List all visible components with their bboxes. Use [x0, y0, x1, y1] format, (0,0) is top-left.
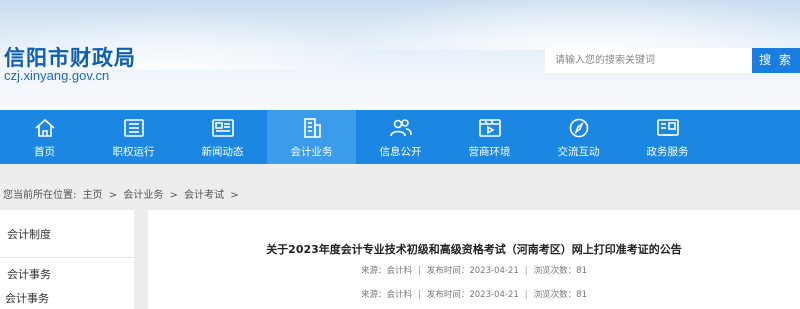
- nav-item-services[interactable]: 政务服务: [623, 110, 712, 164]
- site-domain: czj.xinyang.gov.cn: [4, 68, 110, 83]
- article-meta: 来源：会计科 | 发布时间：2023-04-21 | 浏览次数：81: [148, 288, 800, 300]
- sidebar-item-accounting-affairs-overflow[interactable]: 会计事务: [5, 290, 49, 306]
- breadcrumb-separator: >: [230, 190, 239, 201]
- nav-item-home[interactable]: 首页: [0, 110, 89, 164]
- users-icon: [389, 119, 412, 137]
- nav-label: 信息公开: [379, 146, 422, 158]
- id-card-icon: [656, 119, 679, 136]
- nav-label: 营商环境: [468, 146, 511, 158]
- nav-label: 会计业务: [290, 146, 333, 158]
- breadcrumb-item-accounting[interactable]: 会计业务: [123, 190, 163, 201]
- main-nav: 首页 职权运行 新闻动态 会计业务 信息公开 营商环境 交流互动 政务服务: [0, 110, 800, 164]
- breadcrumb-prefix: 您当前所在位置:: [3, 190, 77, 201]
- sidebar-item-accounting-system[interactable]: 会计制度: [7, 226, 51, 242]
- article-title: 关于2023年度会计专业技术初级和高级资格考试（河南考区）网上打印准考证的公告: [266, 243, 682, 256]
- nav-label: 职权运行: [112, 146, 155, 158]
- meta-source: 来源：会计科: [361, 290, 413, 300]
- article-panel: 关于2023年度会计专业技术初级和高级资格考试（河南考区）网上打印准考证的公告 …: [148, 210, 800, 309]
- nav-label: 交流互动: [557, 146, 600, 158]
- building-icon: [303, 118, 321, 138]
- meta-separator: |: [418, 266, 421, 276]
- meta-source: 来源：会计科: [361, 266, 413, 276]
- nav-item-info[interactable]: 信息公开: [356, 110, 445, 164]
- compass-icon: [569, 118, 588, 138]
- nav-item-news[interactable]: 新闻动态: [178, 110, 267, 164]
- breadcrumb-separator: >: [169, 190, 178, 201]
- search-input[interactable]: 请输入您的搜索关键词: [545, 48, 752, 73]
- breadcrumb: 您当前所在位置: 主页 > 会计业务 > 会计考试 >: [3, 186, 242, 201]
- breadcrumb-separator: >: [108, 190, 118, 201]
- nav-label: 新闻动态: [201, 146, 244, 158]
- newspaper-icon: [211, 119, 234, 137]
- meta-separator: |: [524, 290, 528, 300]
- meta-views: 浏览次数：81: [533, 290, 587, 300]
- nav-item-powers[interactable]: 职权运行: [89, 110, 178, 164]
- nav-label: 首页: [34, 146, 55, 158]
- meta-views: 浏览次数：81: [533, 266, 587, 276]
- site-header: 信阳市财政局 czj.xinyang.gov.cn 请输入您的搜索关键词 搜 索: [0, 0, 800, 110]
- meta-date: 发布时间：2023-04-21: [426, 290, 519, 300]
- nav-item-accounting[interactable]: 会计业务: [267, 110, 356, 164]
- meta-separator: |: [418, 290, 421, 300]
- nav-label: 政务服务: [646, 146, 689, 158]
- book-icon: [123, 119, 144, 137]
- breadcrumb-item-exam[interactable]: 会计考试: [184, 190, 224, 201]
- sidebar-divider: [0, 257, 134, 258]
- home-icon: [34, 118, 55, 137]
- meta-date: 发布时间：2023-04-21: [426, 266, 519, 276]
- nav-item-interaction[interactable]: 交流互动: [534, 110, 623, 164]
- search-button[interactable]: 搜 索: [752, 48, 800, 73]
- breadcrumb-item-home[interactable]: 主页: [83, 190, 103, 201]
- film-icon: [478, 119, 501, 137]
- sidebar-item-accounting-affairs[interactable]: 会计事务: [7, 266, 51, 282]
- meta-separator: |: [524, 266, 528, 276]
- nav-item-business[interactable]: 营商环境: [445, 110, 534, 164]
- article-meta: 来源：会计科 | 发布时间：2023-04-21 | 浏览次数：81: [148, 264, 800, 276]
- header-background-decoration: [330, 0, 800, 50]
